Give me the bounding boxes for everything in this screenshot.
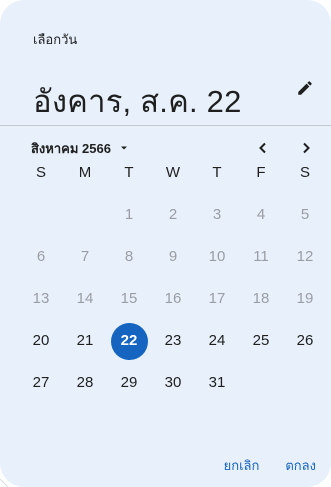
day-cell[interactable]: 27 bbox=[19, 362, 63, 404]
day-cell[interactable]: 25 bbox=[239, 320, 283, 362]
day-number: 12 bbox=[296, 248, 314, 265]
day-number: 27 bbox=[32, 374, 50, 391]
day-cell: 4 bbox=[239, 194, 283, 236]
weekday-label: T bbox=[124, 164, 134, 181]
day-cell: 5 bbox=[283, 194, 327, 236]
cancel-button[interactable]: ยกเลิก bbox=[224, 455, 260, 476]
day-cell: 1 bbox=[107, 194, 151, 236]
day-number: 7 bbox=[80, 248, 90, 265]
pencil-icon bbox=[298, 81, 312, 95]
day-cell: 2 bbox=[151, 194, 195, 236]
empty-day-cell bbox=[19, 194, 63, 236]
edit-date-button[interactable] bbox=[294, 77, 316, 99]
day-cell: 18 bbox=[239, 278, 283, 320]
weekday-label: S bbox=[35, 164, 46, 181]
day-cell: 15 bbox=[107, 278, 151, 320]
day-number: 14 bbox=[76, 290, 94, 307]
calendar-week-row: 6 7 8 9 10 11 12 bbox=[19, 236, 325, 278]
day-number: 17 bbox=[208, 290, 226, 307]
calendar-week-row: 1 2 3 4 5 bbox=[19, 194, 325, 236]
dialog-actions: ยกเลิก ตกลง bbox=[224, 455, 316, 476]
dialog-header-label: เลือกวัน bbox=[33, 32, 78, 47]
weekday-label: S bbox=[299, 164, 310, 181]
day-number: 20 bbox=[32, 332, 50, 349]
weekday-label: M bbox=[78, 164, 92, 181]
day-number: 13 bbox=[32, 290, 50, 307]
day-cell[interactable]: 20 bbox=[19, 320, 63, 362]
day-cell: 17 bbox=[195, 278, 239, 320]
day-number: 10 bbox=[208, 248, 226, 265]
day-number: 11 bbox=[253, 248, 269, 265]
day-cell: 14 bbox=[63, 278, 107, 320]
day-number: 4 bbox=[256, 206, 266, 223]
empty-day-cell bbox=[239, 362, 283, 404]
day-cell: 12 bbox=[283, 236, 327, 278]
day-number: 31 bbox=[208, 374, 226, 391]
day-cell: 9 bbox=[151, 236, 195, 278]
day-cell: 11 bbox=[239, 236, 283, 278]
day-cell[interactable]: 21 bbox=[63, 320, 107, 362]
resize-corner-icon bbox=[0, 478, 9, 487]
day-number: 9 bbox=[168, 248, 178, 265]
selected-date-headline: อังคาร, ส.ค. 22 bbox=[33, 84, 242, 119]
day-number: 24 bbox=[208, 332, 226, 349]
day-number: 28 bbox=[76, 374, 94, 391]
day-number: 16 bbox=[164, 290, 182, 307]
empty-day-cell bbox=[283, 362, 327, 404]
day-number: 26 bbox=[296, 332, 314, 349]
day-cell: 13 bbox=[19, 278, 63, 320]
header-divider bbox=[0, 125, 331, 126]
day-cell[interactable]: 29 bbox=[107, 362, 151, 404]
ok-button[interactable]: ตกลง bbox=[285, 455, 316, 476]
day-number: 21 bbox=[76, 332, 94, 349]
day-number: 30 bbox=[164, 374, 182, 391]
day-number: 25 bbox=[252, 332, 270, 349]
day-number: 29 bbox=[120, 374, 138, 391]
calendar-grid: SMTWTFS 1 2 3 4 5 6 7 8 9 10 11 12 13 14 15 16 17 18 19 20 2… bbox=[19, 152, 325, 404]
day-cell: 16 bbox=[151, 278, 195, 320]
day-cell: 6 bbox=[19, 236, 63, 278]
day-number: 18 bbox=[252, 290, 270, 307]
day-cell[interactable]: 28 bbox=[63, 362, 107, 404]
day-cell[interactable]: 30 bbox=[151, 362, 195, 404]
calendar-week-row: 20 21 22 23 24 25 26 bbox=[19, 320, 325, 362]
day-cell[interactable]: 31 bbox=[195, 362, 239, 404]
day-cell: 10 bbox=[195, 236, 239, 278]
day-number: 19 bbox=[296, 290, 314, 307]
day-number: 23 bbox=[164, 332, 182, 349]
weekday-label: W bbox=[165, 164, 181, 181]
day-number: 1 bbox=[124, 206, 134, 223]
day-cell: 7 bbox=[63, 236, 107, 278]
date-picker-dialog: เลือกวัน อังคาร, ส.ค. 22 สิงหาคม 2566 SM… bbox=[0, 0, 331, 487]
calendar-week-row: 27 28 29 30 31 bbox=[19, 362, 325, 404]
day-number: 3 bbox=[212, 206, 222, 223]
day-cell: 3 bbox=[195, 194, 239, 236]
calendar-week-row: 13 14 15 16 17 18 19 bbox=[19, 278, 325, 320]
day-number: 2 bbox=[168, 206, 178, 223]
empty-day-cell bbox=[63, 194, 107, 236]
day-cell[interactable]: 26 bbox=[283, 320, 327, 362]
weekday-header-row: SMTWTFS bbox=[19, 152, 325, 194]
day-cell[interactable]: 23 bbox=[151, 320, 195, 362]
day-cell: 19 bbox=[283, 278, 327, 320]
weekday-label: F bbox=[256, 164, 266, 181]
weekday-label: T bbox=[212, 164, 222, 181]
day-number: 6 bbox=[36, 248, 46, 265]
day-number: 15 bbox=[120, 290, 138, 307]
day-cell: 8 bbox=[107, 236, 151, 278]
day-number: 22 bbox=[120, 332, 138, 349]
day-number: 5 bbox=[300, 206, 310, 223]
day-number: 8 bbox=[124, 248, 134, 265]
day-cell[interactable]: 24 bbox=[195, 320, 239, 362]
day-cell-selected[interactable]: 22 bbox=[107, 320, 151, 362]
